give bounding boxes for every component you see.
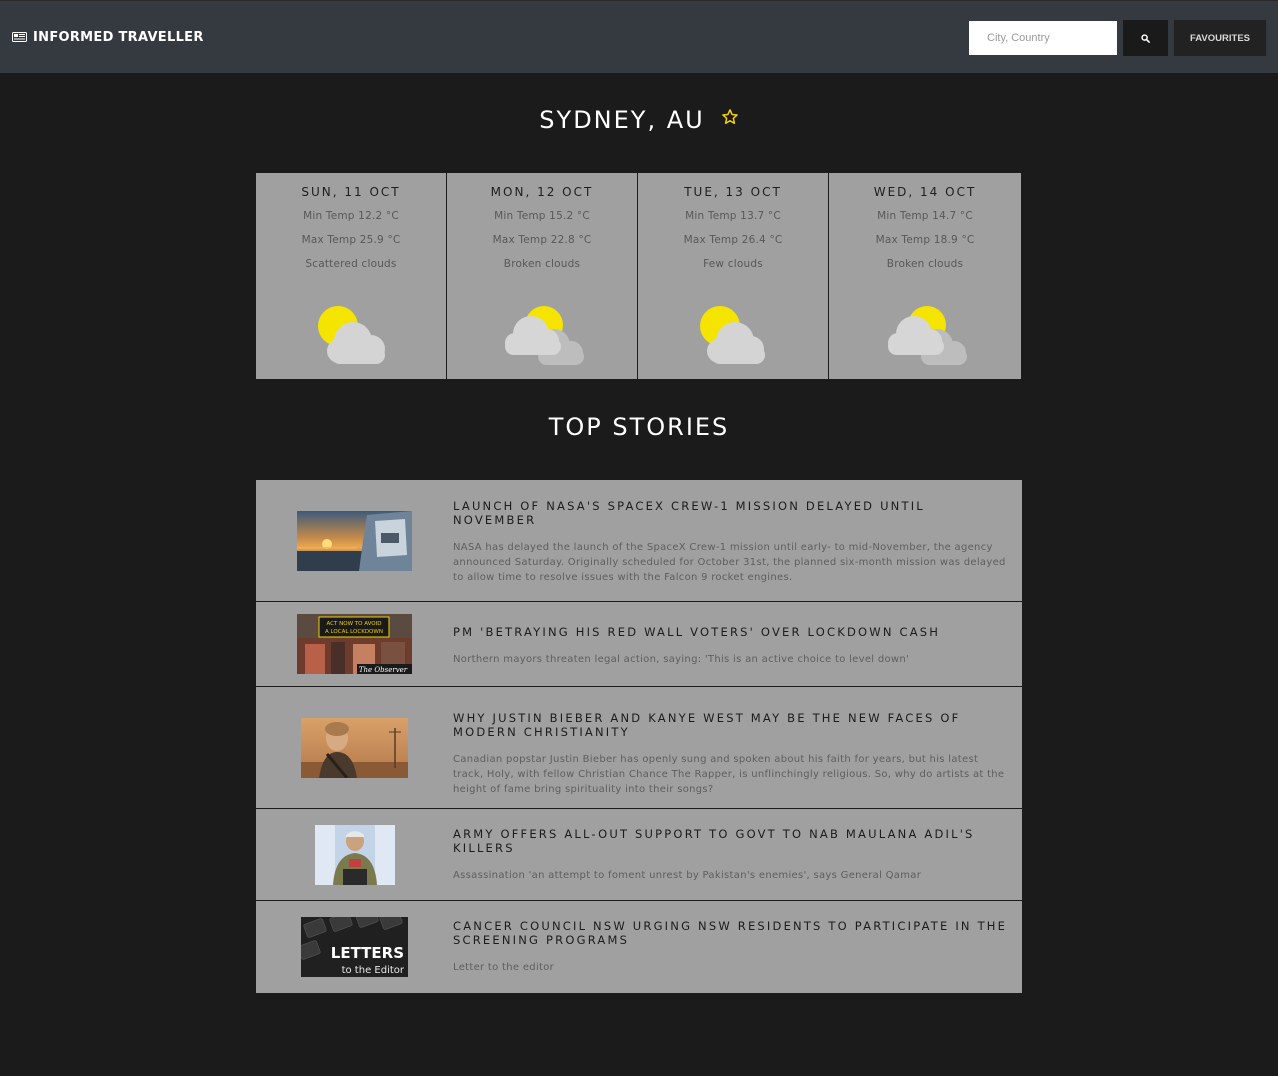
story-title[interactable]: WHY JUSTIN BIEBER AND KANYE WEST MAY BE … [453, 711, 1008, 739]
brand[interactable]: INFORMED TRAVELLER [12, 27, 204, 47]
top-navbar: INFORMED TRAVELLER FAVOURITES [0, 0, 1278, 73]
story-item[interactable]: WHY JUSTIN BIEBER AND KANYE WEST MAY BE … [256, 687, 1022, 809]
thumb-subcaption: to the Editor [342, 965, 405, 976]
forecast-description: Broken clouds [503, 258, 581, 270]
broken-clouds-icon [888, 306, 967, 365]
story-description: Northern mayors threaten legal action, s… [453, 654, 910, 665]
sun-behind-cloud-icon [318, 306, 385, 364]
forecast-date: MON, 12 OCT [490, 185, 594, 199]
search-input[interactable] [969, 21, 1117, 55]
story-item[interactable]: LAUNCH OF NASA'S SPACEX CREW-1 MISSION D… [256, 480, 1022, 602]
story-description: Assassination 'an attempt to foment unre… [453, 870, 922, 881]
letters-keyboard-photo: LETTERS to the Editor [301, 917, 408, 977]
general-portrait-photo [314, 824, 395, 885]
forecast-card: MON, 12 OCT Min Temp 15.2 °C Max Temp 22… [447, 173, 638, 379]
forecast-description: Few clouds [703, 258, 763, 270]
thumb-sign-line2: A LOCAL LOCKDOWN [325, 629, 383, 635]
story-description: Letter to the editor [453, 962, 555, 973]
forecast-card: SUN, 11 OCT Min Temp 12.2 °C Max Temp 25… [256, 173, 447, 379]
location-header: SYDNEY, AU [0, 106, 1278, 134]
forecast-card: WED, 14 OCT Min Temp 14.7 °C Max Temp 18… [829, 173, 1021, 379]
story-item[interactable]: ARMY OFFERS ALL-OUT SUPPORT TO GOVT TO N… [256, 809, 1022, 901]
forecast-min-temp: Min Temp 12.2 °C [303, 210, 399, 222]
forecast-date: SUN, 11 OCT [301, 185, 401, 199]
singer-portrait-photo [301, 717, 408, 778]
search-icon [1141, 33, 1150, 43]
forecast-min-temp: Min Temp 13.7 °C [685, 210, 781, 222]
story-title[interactable]: PM 'BETRAYING HIS RED WALL VOTERS' OVER … [453, 625, 1008, 639]
forecast-max-temp: Max Temp 26.4 °C [683, 234, 783, 246]
star-outline-icon[interactable] [721, 108, 739, 126]
forecast-max-temp: Max Temp 18.9 °C [875, 234, 975, 246]
street-sign-photo: ACT NOW TO AVOID A LOCAL LOCKDOWN The Ob… [297, 614, 412, 674]
favourites-button[interactable]: FAVOURITES [1174, 20, 1266, 56]
story-title[interactable]: ARMY OFFERS ALL-OUT SUPPORT TO GOVT TO N… [453, 827, 1008, 855]
top-stories-heading: TOP STORIES [548, 413, 730, 441]
forecast-min-temp: Min Temp 15.2 °C [494, 210, 590, 222]
newspaper-icon [12, 32, 27, 42]
location-title: SYDNEY, AU [539, 106, 705, 134]
thumb-sign-line1: ACT NOW TO AVOID [327, 621, 382, 627]
forecast-date: TUE, 13 OCT [684, 185, 782, 199]
forecast-description: Scattered clouds [305, 258, 397, 270]
forecast-min-temp: Min Temp 14.7 °C [877, 210, 973, 222]
story-description: Canadian popstar Justin Bieber has openl… [453, 754, 1005, 795]
forecast-row: SUN, 11 OCT Min Temp 12.2 °C Max Temp 25… [256, 173, 1021, 379]
brand-title: INFORMED TRAVELLER [33, 29, 204, 45]
broken-clouds-icon [505, 306, 584, 365]
forecast-max-temp: Max Temp 22.8 °C [492, 234, 592, 246]
story-title[interactable]: CANCER COUNCIL NSW URGING NSW RESIDENTS … [453, 919, 1008, 947]
stories-list: LAUNCH OF NASA'S SPACEX CREW-1 MISSION D… [256, 480, 1022, 993]
forecast-description: Broken clouds [886, 258, 964, 270]
story-description: NASA has delayed the launch of the Space… [453, 542, 1006, 583]
thumb-caption: The Observer [359, 666, 408, 674]
sun-behind-cloud-icon [700, 306, 765, 364]
story-title[interactable]: LAUNCH OF NASA'S SPACEX CREW-1 MISSION D… [453, 499, 1008, 527]
forecast-max-temp: Max Temp 25.9 °C [301, 234, 401, 246]
forecast-date: WED, 14 OCT [873, 185, 977, 199]
sunset-capsule-photo [297, 510, 412, 571]
search-button[interactable] [1123, 20, 1168, 56]
story-item[interactable]: LETTERS to the Editor CANCER COUNCIL NSW… [256, 901, 1022, 993]
thumb-caption: LETTERS [331, 944, 404, 962]
forecast-card: TUE, 13 OCT Min Temp 13.7 °C Max Temp 26… [638, 173, 829, 379]
story-item[interactable]: ACT NOW TO AVOID A LOCAL LOCKDOWN The Ob… [256, 602, 1022, 687]
